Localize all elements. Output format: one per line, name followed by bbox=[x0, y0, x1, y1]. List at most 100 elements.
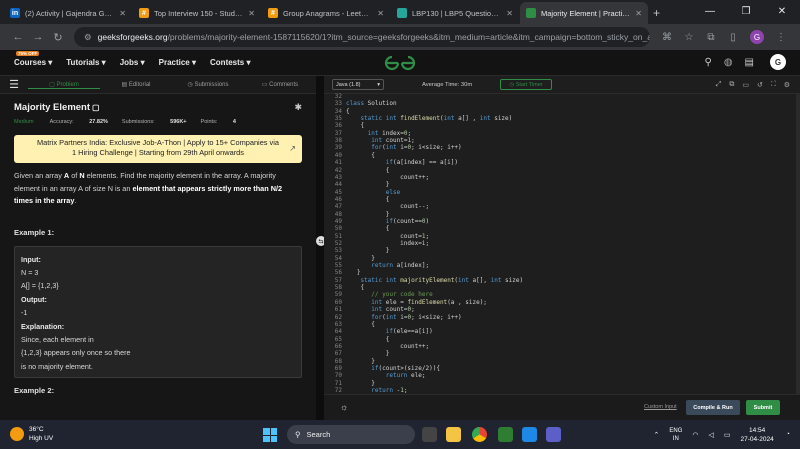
theme-toggle-icon[interactable]: ◍ bbox=[724, 57, 733, 68]
code-line[interactable]: class Solution bbox=[346, 100, 397, 107]
code-line[interactable]: { bbox=[346, 167, 390, 174]
profile-avatar[interactable]: G bbox=[750, 30, 764, 44]
browser-tab-4[interactable]: LBP130 | LBP5 Question | Co ✕ bbox=[391, 2, 519, 24]
code-line[interactable]: if(ele==a[i]) bbox=[346, 328, 433, 335]
code-line[interactable]: count=1; bbox=[346, 233, 429, 240]
job-banner[interactable]: Matrix Partners India: Exclusive Job-A-T… bbox=[14, 135, 302, 163]
copy-icon[interactable]: ⧉ bbox=[729, 81, 734, 89]
code-line[interactable]: count--; bbox=[346, 203, 429, 210]
code-line[interactable]: count++; bbox=[346, 343, 429, 350]
code-line[interactable]: } bbox=[346, 350, 390, 357]
nav-jobs[interactable]: Jobs ▾ bbox=[120, 58, 145, 67]
wifi-icon[interactable]: ◠ bbox=[692, 431, 698, 439]
app-icon-green[interactable] bbox=[498, 427, 513, 442]
code-line[interactable]: count++; bbox=[346, 174, 429, 181]
code-line[interactable]: { bbox=[346, 284, 364, 291]
notification-bell-icon[interactable]: ◔ bbox=[786, 431, 790, 438]
bookmark-icon[interactable]: ▢ bbox=[92, 103, 100, 112]
custom-input-link[interactable]: Custom Input bbox=[644, 404, 677, 410]
code-line[interactable]: } bbox=[346, 358, 375, 365]
nav-tutorials[interactable]: Tutorials ▾ bbox=[66, 58, 105, 67]
code-line[interactable]: // your code here bbox=[346, 291, 432, 298]
task-view-icon[interactable] bbox=[422, 427, 437, 442]
notifications-icon[interactable]: ▤ bbox=[745, 57, 754, 68]
minimize-icon[interactable]: — bbox=[692, 0, 728, 24]
reset-icon[interactable]: ↺ bbox=[757, 81, 763, 89]
close-window-icon[interactable]: ✕ bbox=[764, 0, 800, 24]
code-line[interactable]: else bbox=[346, 189, 400, 196]
code-line[interactable]: { bbox=[346, 336, 390, 343]
code-line[interactable]: } bbox=[346, 247, 390, 254]
language-select[interactable]: Java (1.8) ▾ bbox=[332, 79, 384, 90]
code-line[interactable]: for(int i=0; i<size; i++) bbox=[346, 144, 461, 151]
weather-widget[interactable]: 36°C High UV bbox=[10, 425, 53, 443]
close-tab-icon[interactable]: ✕ bbox=[119, 9, 126, 18]
report-bug-icon[interactable]: ✱ bbox=[294, 102, 302, 113]
site-info-icon[interactable]: ⚙ bbox=[84, 32, 92, 43]
code-line[interactable]: } bbox=[346, 380, 375, 387]
settings-icon[interactable]: ⚙ bbox=[784, 81, 790, 89]
reload-icon[interactable]: ↻ bbox=[48, 31, 68, 44]
bookmark-star-icon[interactable]: ☆ bbox=[678, 32, 700, 43]
gfg-logo-icon[interactable] bbox=[384, 54, 416, 72]
tab-submissions[interactable]: ◷ Submissions bbox=[172, 81, 244, 88]
code-line[interactable]: int count=0; bbox=[346, 306, 414, 313]
expand-icon[interactable]: ⛶ bbox=[771, 81, 776, 89]
code-line[interactable]: int index=0; bbox=[346, 130, 411, 137]
code-line[interactable]: if(count==0) bbox=[346, 218, 429, 225]
new-tab-icon[interactable]: + bbox=[653, 6, 660, 20]
browser-tab-2[interactable]: # Top Interview 150 - Study Pl... ✕ bbox=[133, 2, 261, 24]
code-line[interactable]: int ele = findElement(a , size); bbox=[346, 299, 487, 306]
code-line[interactable]: { bbox=[346, 152, 375, 159]
windows-start-icon[interactable] bbox=[263, 428, 277, 442]
close-tab-icon[interactable]: ✕ bbox=[377, 9, 384, 18]
user-avatar[interactable]: G bbox=[770, 54, 786, 70]
editor-scrollbar[interactable] bbox=[796, 94, 800, 394]
taskbar-search[interactable]: ⚲ Search bbox=[287, 425, 415, 444]
chrome-icon[interactable] bbox=[472, 427, 487, 442]
menu-dots-icon[interactable]: ⋮ bbox=[770, 32, 792, 43]
sidepanel-icon[interactable]: ▯ bbox=[722, 32, 744, 43]
code-line[interactable]: } bbox=[346, 269, 361, 276]
comment-icon[interactable]: ▭ bbox=[742, 81, 749, 89]
tab-comments[interactable]: ▭ Comments bbox=[244, 81, 316, 88]
nav-practice[interactable]: Practice ▾ bbox=[159, 58, 196, 67]
code-line[interactable]: { bbox=[346, 321, 375, 328]
code-line[interactable]: if(count>(size/2)){ bbox=[346, 365, 440, 372]
extensions-icon[interactable]: ⧉ bbox=[700, 32, 722, 43]
back-icon[interactable]: ← bbox=[8, 31, 28, 43]
language-indicator[interactable]: ENG IN bbox=[669, 427, 682, 443]
browser-tab-3[interactable]: # Group Anagrams - LeetCode ✕ bbox=[262, 2, 390, 24]
browser-tab-1[interactable]: in (2) Activity | Gajendra Gour | ✕ bbox=[4, 2, 132, 24]
code-line[interactable]: } bbox=[346, 211, 390, 218]
file-explorer-icon[interactable] bbox=[446, 427, 461, 442]
restore-icon[interactable]: ❐ bbox=[728, 0, 764, 24]
address-bar[interactable]: ⚙ geeksforgeeks.org/problems/majority-el… bbox=[74, 27, 650, 47]
tab-editorial[interactable]: ▤ Editorial bbox=[100, 81, 172, 88]
code-line[interactable]: index=i; bbox=[346, 240, 429, 247]
code-line[interactable]: } bbox=[346, 255, 375, 262]
external-link-icon[interactable]: ↗ bbox=[289, 144, 296, 154]
theme-sun-icon[interactable]: ☼ bbox=[340, 402, 348, 412]
close-tab-icon[interactable]: ✕ bbox=[248, 9, 255, 18]
tab-problem[interactable]: ▢ Problem bbox=[28, 81, 100, 89]
code-line[interactable]: static int majorityElement(int a[], int … bbox=[346, 277, 523, 284]
code-line[interactable]: } bbox=[346, 181, 390, 188]
code-line[interactable]: for(int i=0; i<size; i++) bbox=[346, 314, 461, 321]
code-line[interactable]: static int findElement(int a[] , int siz… bbox=[346, 115, 512, 122]
code-line[interactable]: return a[index]; bbox=[346, 262, 429, 269]
code-line[interactable]: int count=1; bbox=[346, 137, 414, 144]
code-line[interactable]: return ele; bbox=[346, 372, 426, 379]
start-timer-button[interactable]: ◷ Start Timer bbox=[500, 79, 552, 90]
translate-icon[interactable]: ⌘ bbox=[656, 32, 678, 43]
submit-button[interactable]: Submit bbox=[746, 400, 780, 415]
code-line[interactable]: return -1; bbox=[346, 387, 407, 394]
nav-courses[interactable]: 75% OFF Courses ▾ bbox=[14, 51, 52, 67]
nav-contests[interactable]: Contests ▾ bbox=[210, 58, 250, 67]
code-line[interactable]: { bbox=[346, 108, 350, 115]
fullscreen-icon[interactable]: ⤢ bbox=[716, 81, 722, 89]
search-icon[interactable]: ⚲ bbox=[704, 57, 711, 68]
hamburger-icon[interactable]: ☰ bbox=[0, 78, 28, 91]
code-area[interactable]: 32 33 class Solution 34 {35 static int findE… bbox=[324, 93, 800, 394]
forward-icon[interactable]: → bbox=[28, 31, 48, 43]
